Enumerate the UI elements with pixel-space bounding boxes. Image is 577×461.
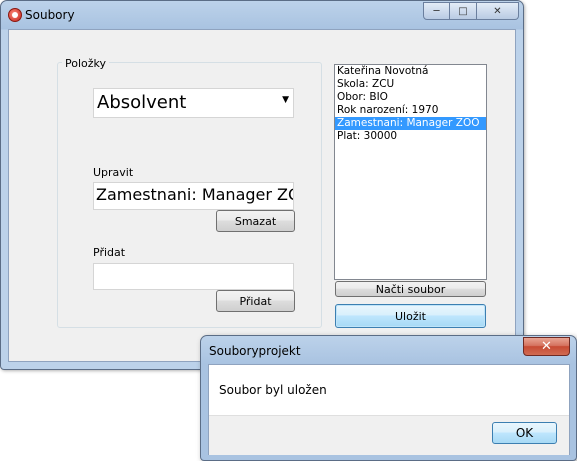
minimize-icon: ─ — [433, 5, 440, 17]
add-label: Přidat — [93, 246, 126, 259]
edit-label: Upravit — [93, 166, 134, 179]
dialog-title: Souboryprojekt — [209, 344, 301, 358]
add-button[interactable]: Přidat — [216, 290, 295, 312]
list-item[interactable]: Skola: ZCU — [335, 78, 486, 91]
message-dialog: Souboryprojekt ✕ Soubor byl uložen OK — [200, 335, 577, 461]
dialog-footer: OK — [209, 415, 569, 455]
add-input[interactable] — [93, 263, 294, 290]
dialog-message: Soubor byl uložen — [219, 383, 327, 397]
list-item[interactable]: Kateřina Novotná — [335, 65, 486, 78]
dialog-close-button[interactable]: ✕ — [523, 337, 570, 356]
items-listbox[interactable]: Kateřina Novotná Skola: ZCU Obor: BIO Ro… — [334, 64, 487, 280]
load-file-button[interactable]: Načti soubor — [335, 281, 486, 297]
close-icon: ✕ — [541, 339, 552, 354]
ok-button[interactable]: OK — [492, 422, 557, 444]
list-item[interactable]: Plat: 30000 — [335, 130, 486, 143]
caption-buttons: ─ □ ✕ — [423, 2, 519, 20]
groupbox-label: Položky — [62, 57, 110, 70]
window-title: Soubory — [25, 8, 75, 22]
list-item[interactable]: Rok narození: 1970 — [335, 104, 486, 117]
maximize-button[interactable]: □ — [450, 2, 477, 20]
list-item[interactable]: Obor: BIO — [335, 91, 486, 104]
combobox-value: Absolvent — [97, 92, 187, 113]
app-icon — [8, 8, 22, 22]
window-client-area: Položky Absolvent ▼ Upravit Zamestnani: … — [8, 29, 516, 362]
maximize-icon: □ — [458, 5, 468, 17]
main-window: Soubory ─ □ ✕ Položky Absolvent ▼ Upravi… — [0, 0, 524, 370]
save-button[interactable]: Uložit — [335, 304, 486, 328]
close-button[interactable]: ✕ — [477, 2, 519, 20]
delete-button[interactable]: Smazat — [216, 210, 295, 232]
list-item-selected[interactable]: Zamestnani: Manager ZOO — [335, 117, 486, 130]
type-combobox[interactable]: Absolvent ▼ — [93, 88, 294, 118]
close-icon: ✕ — [493, 5, 502, 17]
minimize-button[interactable]: ─ — [423, 2, 450, 20]
edit-input[interactable]: Zamestnani: Manager ZOO — [93, 182, 294, 210]
dialog-body: Soubor byl uložen OK — [208, 364, 570, 455]
dropdown-arrow-icon[interactable]: ▼ — [282, 95, 289, 105]
